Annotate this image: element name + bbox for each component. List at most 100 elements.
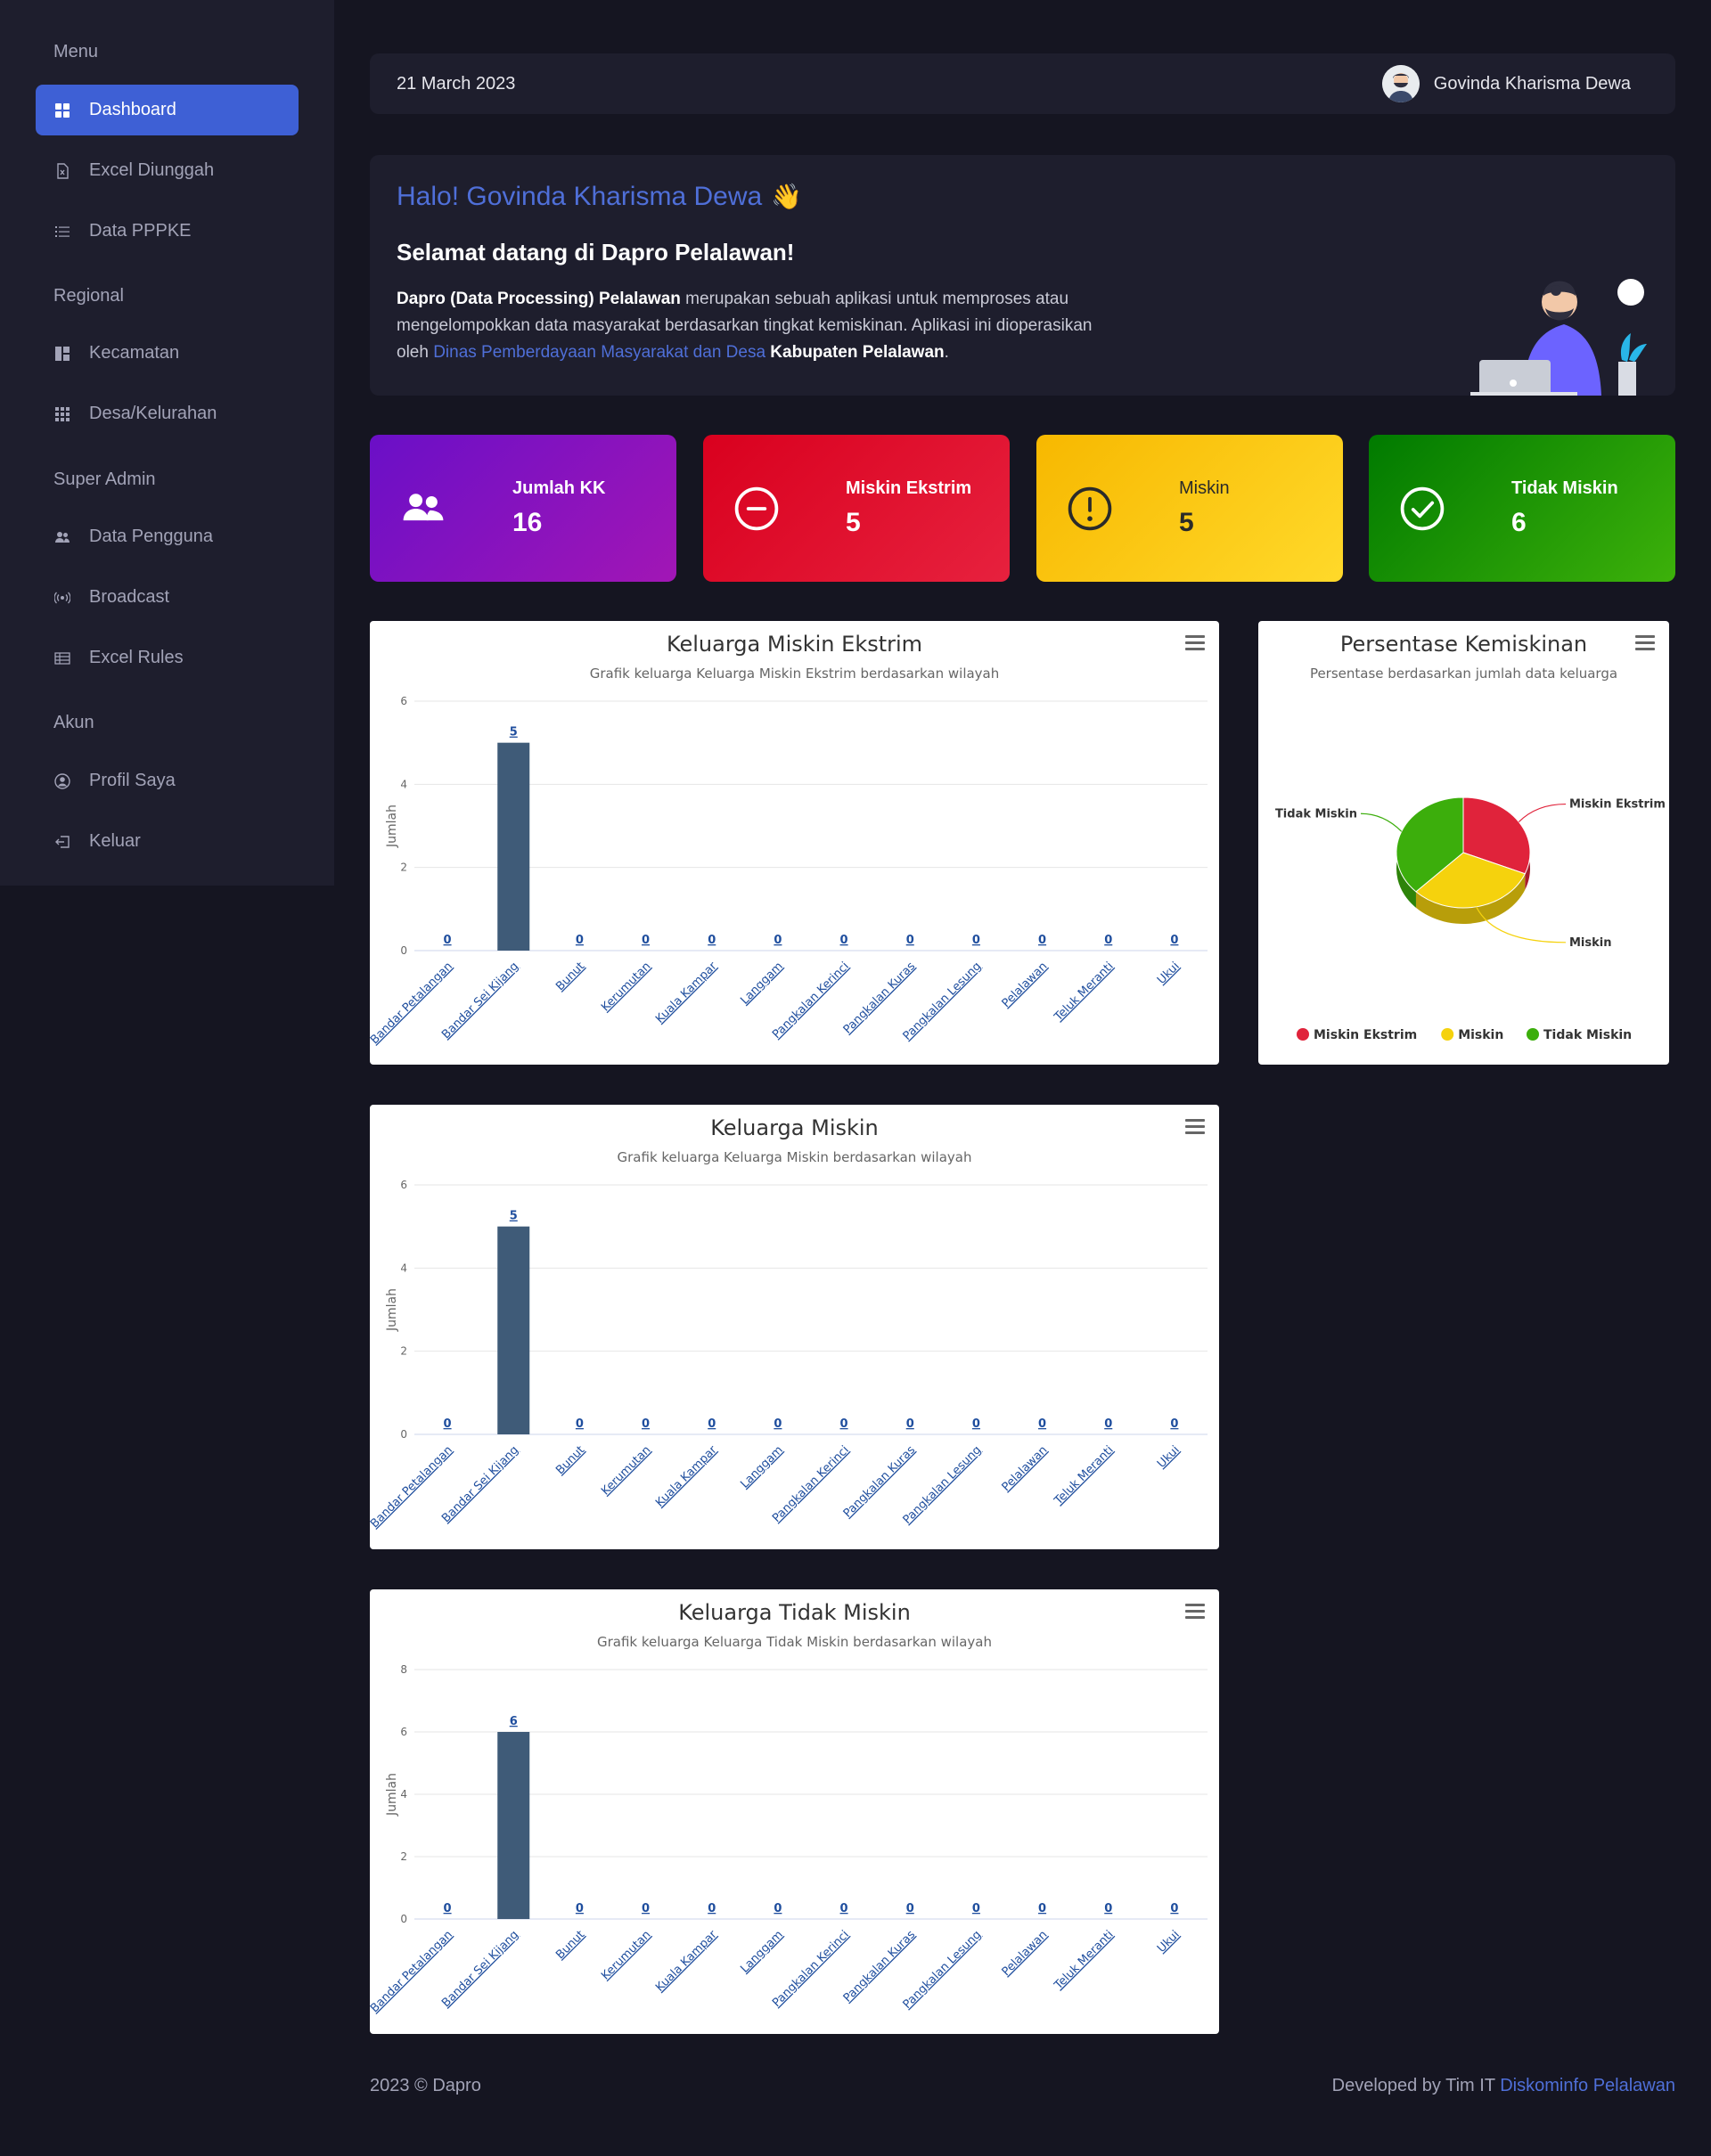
pie-connector <box>1360 813 1403 832</box>
topbar: 21 March 2023 Govinda Kharisma Dewa <box>370 53 1675 114</box>
data-label: 0 <box>972 1902 980 1915</box>
x-tick-label: Pangkalan Kuras <box>841 1443 919 1521</box>
user-name: Govinda Kharisma Dewa <box>1433 73 1631 94</box>
avatar <box>1381 65 1420 102</box>
y-tick-label: 0 <box>400 1913 407 1925</box>
section-akun: Akun <box>53 713 94 732</box>
data-label: 0 <box>1038 1417 1046 1431</box>
stat-label: Miskin Ekstrim <box>846 478 972 498</box>
data-label: 0 <box>840 934 848 947</box>
greeting: Halo! Govinda Kharisma Dewa 👋 <box>397 182 1649 212</box>
chart-card-miskin: Keluarga Miskin Grafik keluarga Keluarga… <box>370 1105 1219 1549</box>
sidebar-item-label: Data Pengguna <box>89 527 214 546</box>
bar-chart-miskin-ekstrim: 0246Jumlah0Bandar Petalangan5Bandar Sei … <box>370 695 1208 1047</box>
footer-copyright: 2023 © Dapro <box>370 2076 481 2095</box>
welcome-card: Halo! Govinda Kharisma Dewa 👋 Selamat dat… <box>370 155 1675 396</box>
footer-credit-text: Developed by Tim IT <box>1331 2076 1501 2095</box>
sidebar-item-data-pppke[interactable]: Data PPPKE <box>36 206 299 257</box>
x-tick-label: Langgam <box>738 1443 785 1490</box>
users-icon <box>397 482 450 535</box>
stat-card-tidak-miskin: Tidak Miskin 6 <box>1369 435 1675 582</box>
user-circle-icon <box>53 772 71 790</box>
file-excel-icon <box>53 162 71 180</box>
stat-card-miskin-ekstrim: Miskin Ekstrim 5 <box>703 435 1010 582</box>
bar <box>497 1226 530 1434</box>
sidebar-item-kecamatan[interactable]: Kecamatan <box>36 328 299 379</box>
sidebar-item-keluar[interactable]: Keluar <box>36 816 299 867</box>
dinas-link[interactable]: Dinas Pemberdayaan Masyarakat dan Desa <box>433 343 765 362</box>
section-regional: Regional <box>53 286 124 306</box>
stat-value: 16 <box>512 508 543 537</box>
data-label: 0 <box>1104 1902 1112 1915</box>
x-tick-label: Kerumutan <box>599 1443 653 1498</box>
app-name: Dapro (Data Processing) Pelalawan <box>397 290 681 308</box>
sidebar-item-label: Excel Diunggah <box>89 160 215 180</box>
x-tick-label: Pangkalan Kuras <box>841 1928 919 2005</box>
data-label: 0 <box>1038 1902 1046 1915</box>
chart-card-miskin-ekstrim: Keluarga Miskin Ekstrim Grafik keluarga … <box>370 621 1219 1065</box>
data-label: 0 <box>1170 1417 1178 1431</box>
data-label: 0 <box>708 1902 716 1915</box>
data-label: 0 <box>708 934 716 947</box>
stat-label: Tidak Miskin <box>1511 478 1618 498</box>
y-tick-label: 2 <box>400 1345 407 1358</box>
x-tick-label: Bunut <box>553 960 587 993</box>
dashboard-icon <box>53 102 71 119</box>
y-tick-label: 0 <box>400 944 407 957</box>
y-tick-label: 2 <box>400 1850 407 1863</box>
diskominfo-link[interactable]: Diskominfo Pelalawan <box>1500 2076 1675 2095</box>
sidebar-item-desa-kelurahan[interactable]: Desa/Kelurahan <box>36 388 299 439</box>
y-axis-title: Jumlah <box>385 1773 399 1817</box>
kabupaten-name: Kabupaten Pelalawan <box>770 343 945 362</box>
data-label: 0 <box>906 1902 914 1915</box>
data-label: 0 <box>576 1417 584 1431</box>
x-tick-label: Teluk Meranti <box>1052 1928 1117 1993</box>
x-tick-label: Pelalawan <box>1000 1928 1051 1979</box>
legend-marker <box>1441 1028 1454 1041</box>
check-circle-icon <box>1396 482 1449 535</box>
data-label: 0 <box>576 1902 584 1915</box>
layout-icon <box>53 345 71 363</box>
x-tick-label: Teluk Meranti <box>1052 960 1117 1025</box>
data-label: 0 <box>444 1902 452 1915</box>
data-label: 0 <box>774 1902 782 1915</box>
sidebar-item-label: Desa/Kelurahan <box>89 404 217 423</box>
x-tick-label: Ukui <box>1155 1928 1183 1956</box>
sidebar-item-profil-saya[interactable]: Profil Saya <box>36 755 299 806</box>
sidebar-item-excel-diunggah[interactable]: Excel Diunggah <box>36 145 299 196</box>
x-tick-label: Kuala Kampar <box>653 1443 720 1510</box>
bar <box>497 1732 530 1919</box>
data-label: 0 <box>972 934 980 947</box>
sidebar: Menu Dashboard Excel Diunggah Data PPPKE… <box>0 0 334 886</box>
sidebar-item-label: Data PPPKE <box>89 221 192 241</box>
y-tick-label: 6 <box>400 1179 407 1191</box>
stat-value: 5 <box>846 508 861 537</box>
bar-chart-miskin: 0246Jumlah0Bandar Petalangan5Bandar Sei … <box>370 1179 1208 1531</box>
logout-icon <box>53 833 71 851</box>
data-label: 0 <box>642 1417 650 1431</box>
bar-chart-tidak-miskin: 02468Jumlah0Bandar Petalangan6Bandar Sei… <box>370 1663 1208 2015</box>
x-tick-label: Pangkalan Kuras <box>841 960 919 1037</box>
footer-credit: Developed by Tim IT Diskominfo Pelalawan <box>1332 2076 1675 2096</box>
sidebar-item-dashboard[interactable]: Dashboard <box>36 85 299 135</box>
y-tick-label: 6 <box>400 695 407 707</box>
legend-item: Miskin Ekstrim <box>1314 1028 1417 1042</box>
sidebar-item-excel-rules[interactable]: Excel Rules <box>36 633 299 683</box>
x-tick-label: Kuala Kampar <box>653 1928 720 1995</box>
user-menu[interactable]: Govinda Kharisma Dewa <box>1381 65 1631 102</box>
data-label: 0 <box>774 934 782 947</box>
table-icon <box>53 649 71 667</box>
legend-item: Tidak Miskin <box>1543 1028 1632 1042</box>
users-icon <box>53 528 71 546</box>
waving-hand-icon: 👋 <box>771 183 803 210</box>
sidebar-item-broadcast[interactable]: Broadcast <box>36 572 299 623</box>
data-label: 0 <box>642 1902 650 1915</box>
x-tick-label: Bunut <box>553 1443 587 1477</box>
stat-value: 6 <box>1511 508 1527 537</box>
stat-label: Jumlah KK <box>512 478 606 498</box>
data-label: 0 <box>774 1417 782 1431</box>
data-label: 0 <box>906 1417 914 1431</box>
sidebar-item-data-pengguna[interactable]: Data Pengguna <box>36 511 299 562</box>
sidebar-item-label: Excel Rules <box>89 648 184 667</box>
stat-value: 5 <box>1179 508 1194 537</box>
